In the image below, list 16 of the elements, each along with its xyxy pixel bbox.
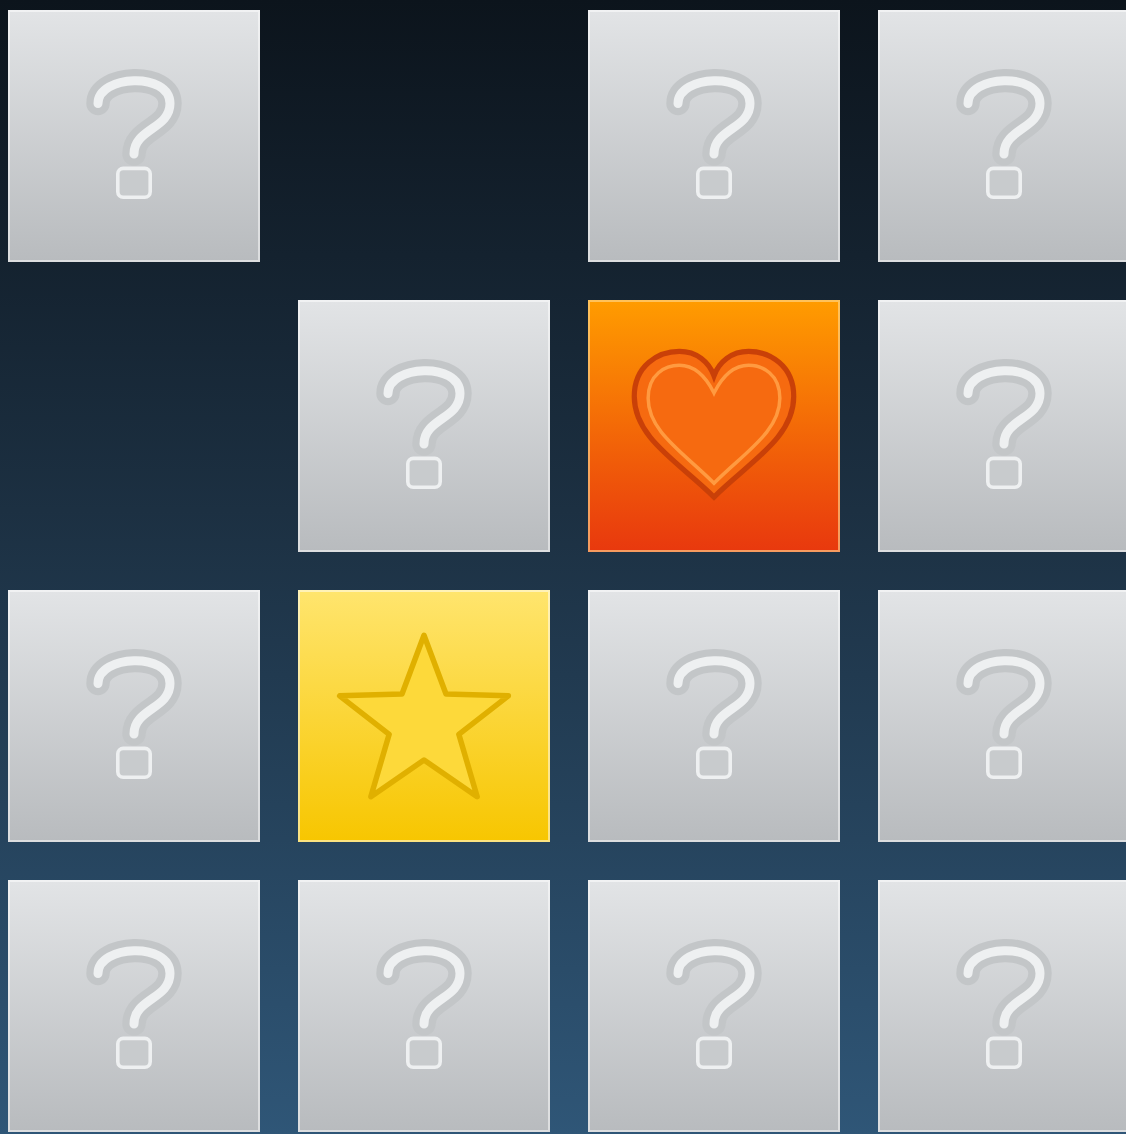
hidden-card[interactable] xyxy=(298,880,550,1132)
hidden-card[interactable] xyxy=(298,300,550,552)
hidden-card[interactable] xyxy=(878,10,1126,262)
hidden-card[interactable] xyxy=(588,590,840,842)
heart-icon xyxy=(626,348,802,504)
hidden-card[interactable] xyxy=(8,10,260,262)
hidden-card[interactable] xyxy=(8,880,260,1132)
star-card[interactable] xyxy=(298,590,550,842)
hidden-card[interactable] xyxy=(588,10,840,262)
star-icon xyxy=(332,628,516,804)
heart-card[interactable] xyxy=(588,300,840,552)
hidden-card[interactable] xyxy=(878,590,1126,842)
hidden-card[interactable] xyxy=(588,880,840,1132)
hidden-card[interactable] xyxy=(8,590,260,842)
hidden-card[interactable] xyxy=(878,880,1126,1132)
hidden-card[interactable] xyxy=(878,300,1126,552)
